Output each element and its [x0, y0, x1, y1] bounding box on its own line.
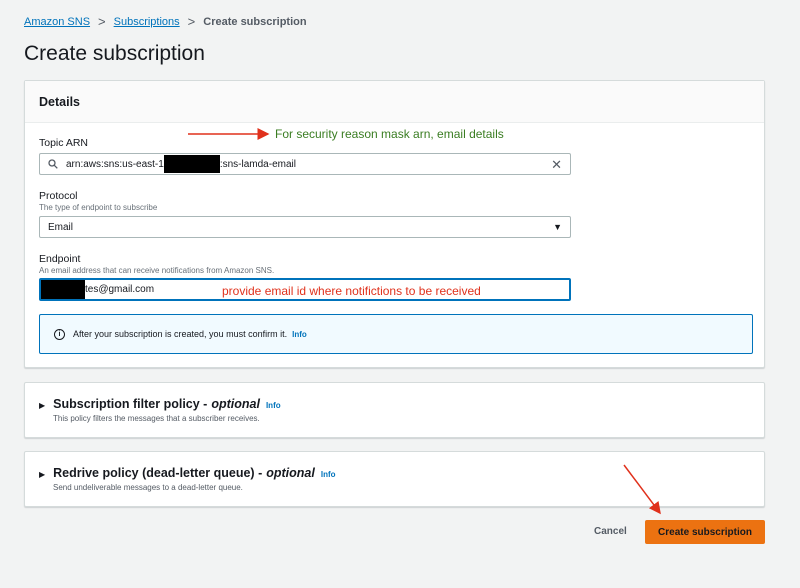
redaction-mask	[41, 280, 85, 299]
filter-policy-description: This policy filters the messages that a …	[53, 414, 260, 423]
details-panel: Details Topic ARN arn:aws:sns:us-east-1 …	[24, 80, 765, 368]
info-link[interactable]: Info	[292, 330, 307, 339]
caret-down-icon: ▼	[553, 222, 562, 232]
details-header: Details	[25, 81, 764, 123]
redrive-policy-header[interactable]: ▶ Redrive policy (dead-letter queue) - o…	[39, 466, 750, 480]
info-circle-icon: i	[54, 328, 65, 340]
chevron-right-icon: >	[98, 14, 106, 29]
breadcrumb-link-sns[interactable]: Amazon SNS	[24, 16, 90, 28]
close-icon[interactable]: ✕	[551, 157, 562, 173]
info-alert-text: After your subscription is created, you …	[73, 329, 288, 339]
info-alert: i After your subscription is created, yo…	[39, 314, 753, 354]
cancel-button[interactable]: Cancel	[594, 526, 627, 537]
breadcrumb-current: Create subscription	[203, 15, 307, 28]
topic-arn-prefix: arn:aws:sns:us-east-1	[66, 158, 164, 170]
annotation-endpoint-note: provide email id where notifictions to b…	[222, 284, 481, 298]
caret-right-icon: ▶	[39, 401, 46, 410]
redrive-policy-optional: optional	[266, 466, 315, 480]
redrive-policy-info-link[interactable]: Info	[321, 470, 336, 479]
endpoint-description: An email address that can receive notifi…	[39, 266, 275, 275]
protocol-value: Email	[48, 221, 74, 233]
create-subscription-button[interactable]: Create subscription	[645, 520, 765, 544]
chevron-right-icon: >	[187, 14, 196, 29]
topic-arn-suffix: :sns-lamda-email	[219, 158, 296, 170]
caret-right-icon: ▶	[39, 470, 46, 479]
redaction-mask	[163, 155, 220, 173]
filter-policy-optional: optional	[211, 397, 260, 411]
breadcrumb: Amazon SNS > Subscriptions > Create subs…	[24, 14, 307, 29]
page-title: Create subscription	[24, 42, 205, 65]
filter-policy-title: Subscription filter policy -	[53, 397, 208, 411]
search-icon	[48, 159, 58, 169]
protocol-select[interactable]: Email ▼	[39, 216, 571, 238]
redrive-policy-description: Send undeliverable messages to a dead-le…	[53, 483, 243, 492]
filter-policy-header[interactable]: ▶ Subscription filter policy - optional …	[39, 397, 750, 411]
topic-arn-input[interactable]: arn:aws:sns:us-east-1 :sns-lamda-email ✕	[39, 153, 571, 175]
endpoint-value: tes@gmail.com	[85, 284, 155, 295]
endpoint-label: Endpoint	[39, 253, 81, 265]
annotation-security-note: For security reason mask arn, email deta…	[275, 127, 504, 141]
protocol-label: Protocol	[39, 190, 78, 202]
redrive-policy-title: Redrive policy (dead-letter queue) -	[53, 466, 263, 480]
redrive-policy-section[interactable]: ▶ Redrive policy (dead-letter queue) - o…	[24, 451, 765, 507]
topic-arn-label: Topic ARN	[39, 137, 89, 149]
filter-policy-section[interactable]: ▶ Subscription filter policy - optional …	[24, 382, 765, 438]
protocol-description: The type of endpoint to subscribe	[39, 203, 158, 212]
filter-policy-info-link[interactable]: Info	[266, 401, 281, 410]
breadcrumb-link-subscriptions[interactable]: Subscriptions	[114, 16, 180, 28]
